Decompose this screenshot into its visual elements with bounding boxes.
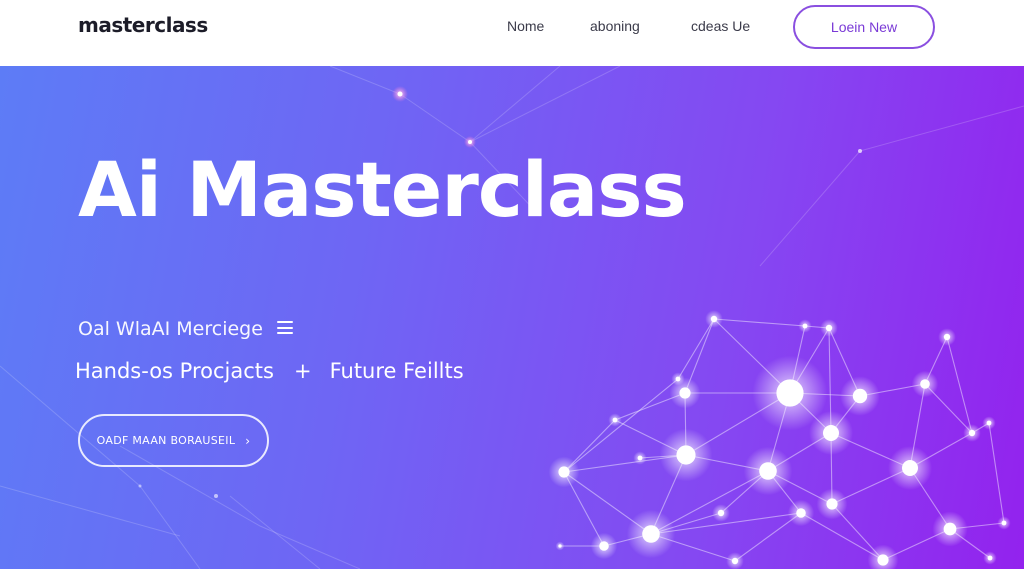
network-node (902, 460, 918, 476)
network-node (986, 420, 992, 426)
network-node (920, 379, 930, 389)
feature-future-skills: Future Feillts (329, 359, 464, 383)
network-node (825, 324, 833, 332)
network-node (877, 554, 889, 566)
network-node (1001, 520, 1007, 526)
network-node (558, 466, 570, 478)
chevron-right-icon: › (245, 433, 251, 448)
network-node (710, 315, 718, 323)
network-node (852, 388, 868, 404)
network-edge (946, 336, 973, 434)
network-node (612, 417, 618, 423)
network-node (826, 498, 838, 510)
network-node (599, 541, 609, 551)
network-node (968, 429, 976, 437)
network-edge (677, 318, 715, 380)
network-node (823, 425, 839, 441)
nav-link-contact[interactable]: cdeas Ue (691, 18, 750, 34)
login-button-label: Loein New (830, 19, 898, 35)
cta-button[interactable]: OADF MAAN BORAUSEIL › (78, 414, 269, 467)
network-node (796, 508, 806, 518)
network-node (759, 462, 777, 480)
network-node (717, 509, 725, 517)
feature-hands-on-projects: Hands-os Procjacts (75, 359, 274, 383)
network-node (802, 323, 808, 329)
network-node (987, 555, 993, 561)
hamburger-menu-icon[interactable] (277, 321, 293, 334)
login-button[interactable]: Loein New (793, 5, 935, 49)
hero-title: Ai Masterclass (78, 145, 687, 234)
plus-separator: + (293, 359, 312, 383)
network-edge (988, 422, 1005, 524)
network-node (637, 455, 643, 461)
network-node (679, 387, 691, 399)
nav-link-about[interactable]: aboning (590, 18, 640, 34)
network-edge (713, 318, 806, 327)
nav-link-home[interactable]: Nome (507, 18, 544, 34)
network-node (943, 333, 951, 341)
network-node (731, 557, 739, 565)
network-node (776, 379, 804, 407)
hero-tagline: Oal WlaAI Merciege (78, 318, 263, 340)
cta-button-label: OADF MAAN BORAUSEIL (96, 434, 236, 447)
network-node (676, 445, 696, 465)
hero-features: Hands-os Procjacts + Future Feillts (75, 359, 464, 383)
network-node (558, 544, 562, 548)
network-node (943, 522, 957, 536)
hero-section: Ai Masterclass Oal WlaAI Merciege Hands-… (0, 66, 1024, 569)
brand-logo[interactable]: masterclass (78, 13, 208, 37)
network-node (642, 525, 660, 543)
top-navigation-bar: masterclass Nome aboning cdeas Ue Loein … (0, 0, 1024, 66)
